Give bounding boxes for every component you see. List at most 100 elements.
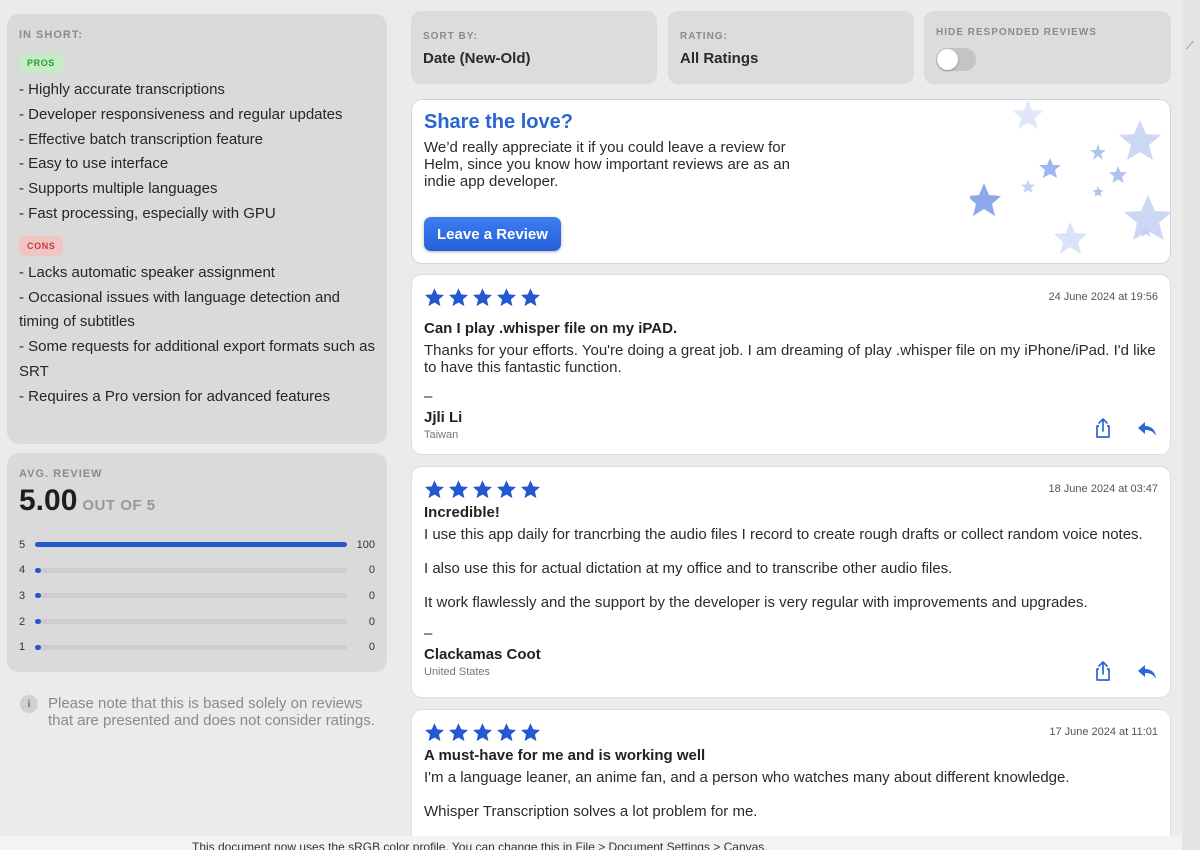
avg-review-heading: AVG. REVIEW <box>19 468 103 480</box>
pros-item: - Easy to use interface <box>19 155 169 173</box>
star-icon <box>521 480 540 499</box>
star-icon <box>425 723 444 742</box>
review-card: 24 June 2024 at 19:56 Can I play .whispe… <box>411 274 1171 455</box>
avg-out-of: OUT OF 5 <box>82 497 156 514</box>
hide-responded-panel: HIDE RESPONDED REVIEWS <box>924 11 1171 84</box>
rating-filter-value: All Ratings <box>680 50 759 67</box>
pros-badge: PROS <box>19 53 63 73</box>
sort-by-value: Date (New-Old) <box>423 50 531 67</box>
reply-icon[interactable] <box>1136 417 1158 444</box>
review-paragraph: I also use this for actual dictation at … <box>424 560 953 577</box>
distribution-bar <box>35 567 347 573</box>
star-icon <box>497 288 516 307</box>
star-rating <box>424 722 1158 742</box>
share-icon[interactable] <box>1092 660 1114 687</box>
distribution-count: 0 <box>368 589 375 602</box>
star-icon <box>473 288 492 307</box>
distribution-row: 5 100 <box>19 532 375 558</box>
sort-by-dropdown[interactable]: SORT BY: Date (New-Old) <box>411 11 657 84</box>
distribution-fill <box>35 619 41 625</box>
distribution-count: 0 <box>368 564 375 577</box>
review-card: 18 June 2024 at 03:47 Incredible! I use … <box>411 466 1171 698</box>
review-paragraph: Thanks for your efforts. You're doing a … <box>424 342 1156 376</box>
reply-icon[interactable] <box>1136 660 1158 687</box>
review-title: A must-have for me and is working well <box>424 747 706 764</box>
disclaimer-note: i Please note that this is based solely … <box>20 695 380 729</box>
edge-glyph: ⟋ <box>1186 40 1194 52</box>
decorative-stars-illustration <box>970 100 1170 254</box>
star-icon <box>473 480 492 499</box>
distribution-fill <box>35 567 41 573</box>
pros-item: - Effective batch transcription feature <box>19 130 264 148</box>
review-date: 24 June 2024 at 19:56 <box>1048 291 1158 303</box>
star-icon <box>497 723 516 742</box>
avg-score: 5.00 <box>19 484 78 517</box>
review-title: Incredible! <box>424 504 500 521</box>
distribution-row: 10 <box>19 634 375 660</box>
distribution-bar <box>35 644 347 650</box>
pros-item: - Supports multiple languages <box>19 180 218 198</box>
star-icon <box>449 288 468 307</box>
review-date: 18 June 2024 at 03:47 <box>1048 483 1158 495</box>
background-document-text: This document now uses the sRGB color pr… <box>0 836 1200 850</box>
window-edge: ⟋ <box>1182 0 1200 850</box>
distribution-bar <box>35 593 347 599</box>
pros-item: - Developer responsiveness and regular u… <box>19 105 343 123</box>
summary-panel: IN SHORT: PROS - Highly accurate transcr… <box>7 14 387 444</box>
hide-responded-label: HIDE RESPONDED REVIEWS <box>936 27 1097 38</box>
distribution-star-label: 4 <box>19 564 26 577</box>
distribution-count: 100 <box>356 538 375 551</box>
review-paragraph: It work flawlessly and the support by th… <box>424 594 1088 611</box>
pros-item: - Fast processing, especially with GPU <box>19 204 276 222</box>
promo-body: We’d really appreciate it if you could l… <box>424 139 790 190</box>
review-date: 17 June 2024 at 11:01 <box>1049 726 1158 738</box>
share-the-love-card: Share the love? We’d really appreciate i… <box>411 99 1171 264</box>
distribution-bar <box>35 619 347 625</box>
distribution-bar <box>35 542 347 548</box>
reviews-window: IN SHORT: PROS - Highly accurate transcr… <box>0 0 1180 850</box>
pros-item: - Highly accurate transcriptions <box>19 81 225 98</box>
star-icon <box>521 288 540 307</box>
star-icon <box>473 723 492 742</box>
sort-by-label: SORT BY: <box>423 31 479 42</box>
summary-heading: IN SHORT: <box>19 29 83 41</box>
hide-responded-toggle[interactable] <box>936 48 976 71</box>
review-author: Clackamas Coot <box>424 646 541 663</box>
cons-item: - Some requests for additional export fo… <box>19 338 376 380</box>
review-author: Jjli Li <box>424 409 463 426</box>
review-country: Taiwan <box>424 429 459 441</box>
info-icon: i <box>20 695 38 713</box>
rating-filter-label: RATING: <box>680 31 728 42</box>
pros-list: - Highly accurate transcriptions - Devel… <box>19 78 375 227</box>
review-body: Thanks for your efforts. You're doing a … <box>424 342 1158 376</box>
review-country: United States <box>424 666 491 678</box>
star-icon <box>425 480 444 499</box>
disclaimer-text: Please note that this is based solely on… <box>48 695 375 729</box>
review-body: I use this app daily for trancrbing the … <box>424 526 1158 611</box>
star-icon <box>425 288 444 307</box>
review-paragraph: I use this app daily for trancrbing the … <box>424 526 1143 543</box>
leave-review-button[interactable]: Leave a Review <box>424 217 561 251</box>
cons-list: - Lacks automatic speaker assignment - O… <box>19 261 375 410</box>
distribution-row: 20 <box>19 609 375 635</box>
cons-item: - Lacks automatic speaker assignment <box>19 263 275 281</box>
average-review-panel: AVG. REVIEW 5.00 OUT OF 5 5 100 4 0 3 0 2 0 1 0 <box>7 453 387 672</box>
distribution-row: 40 <box>19 558 375 584</box>
distribution-fill <box>35 542 347 548</box>
distribution-count: 0 <box>368 615 375 628</box>
distribution-star-label: 1 <box>19 641 26 654</box>
rating-distribution: 5 100 4 0 3 0 2 0 1 0 <box>19 532 375 660</box>
cons-item: - Occasional issues with language detect… <box>19 288 341 331</box>
distribution-star-label: 2 <box>19 615 26 628</box>
review-body: I'm a language leaner, an anime fan, and… <box>424 769 1158 820</box>
star-icon <box>449 723 468 742</box>
star-icon <box>497 480 516 499</box>
rating-filter-dropdown[interactable]: RATING: All Ratings <box>668 11 914 84</box>
review-paragraph: Whisper Transcription solves a lot probl… <box>424 803 758 820</box>
share-icon[interactable] <box>1092 417 1114 444</box>
distribution-fill <box>35 593 41 599</box>
distribution-star-label: 5 <box>19 538 26 551</box>
distribution-count: 0 <box>368 641 375 654</box>
distribution-fill <box>35 644 41 650</box>
signature-dash: – <box>424 388 433 405</box>
